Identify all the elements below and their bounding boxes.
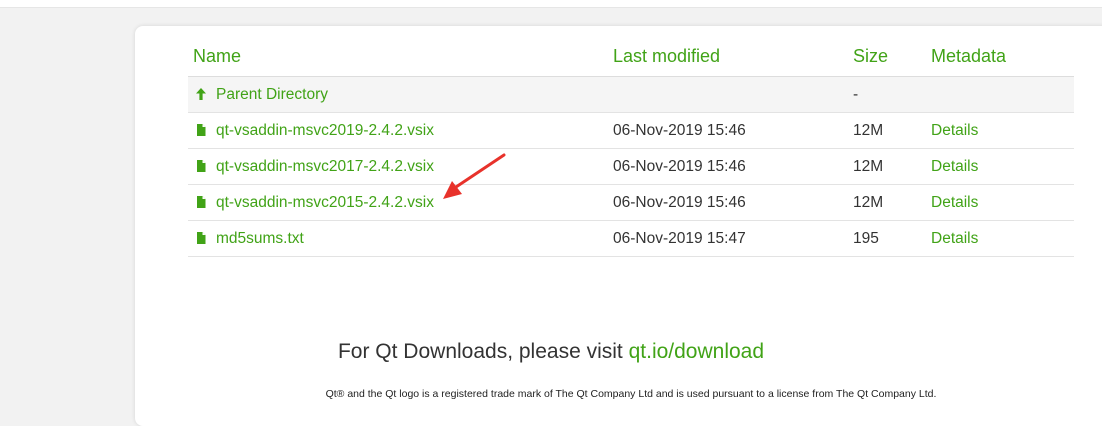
directory-panel: Name Last modified Size Metadata Parent … <box>135 26 1102 426</box>
details-link[interactable]: Details <box>931 158 978 176</box>
downloads-notice-text: For Qt Downloads, please visit <box>337 340 629 363</box>
column-header-name[interactable]: Name <box>193 46 241 67</box>
column-header-last-modified[interactable]: Last modified <box>613 46 720 67</box>
size-cell: 12M <box>853 158 884 175</box>
table-row: qt-vsaddin-msvc2017-2.4.2.vsix 06-Nov-20… <box>188 149 1074 185</box>
file-icon <box>197 160 206 172</box>
downloads-notice: For Qt Downloads, please visit qt.io/dow… <box>0 340 1102 364</box>
modified-cell: 06-Nov-2019 15:46 <box>613 194 746 211</box>
top-bar <box>0 0 1102 8</box>
details-link[interactable]: Details <box>931 230 978 248</box>
up-arrow-icon <box>196 88 206 100</box>
file-link-msvc2015[interactable]: qt-vsaddin-msvc2015-2.4.2.vsix <box>216 194 434 212</box>
table-row: qt-vsaddin-msvc2019-2.4.2.vsix 06-Nov-20… <box>188 113 1074 149</box>
table-row: md5sums.txt 06-Nov-2019 15:47 195 Detail… <box>188 221 1074 257</box>
file-icon <box>197 232 206 244</box>
table-row: qt-vsaddin-msvc2015-2.4.2.vsix 06-Nov-20… <box>188 185 1074 221</box>
table-row-parent-directory: Parent Directory - <box>188 77 1074 113</box>
details-link[interactable]: Details <box>931 122 978 140</box>
file-link-msvc2017[interactable]: qt-vsaddin-msvc2017-2.4.2.vsix <box>216 158 434 176</box>
column-header-size[interactable]: Size <box>853 46 888 67</box>
modified-cell: 06-Nov-2019 15:46 <box>613 158 746 175</box>
size-cell: - <box>853 86 859 103</box>
modified-cell: 06-Nov-2019 15:46 <box>613 122 746 139</box>
details-link[interactable]: Details <box>931 194 978 212</box>
file-link-msvc2019[interactable]: qt-vsaddin-msvc2019-2.4.2.vsix <box>216 122 434 140</box>
file-listing-table: Name Last modified Size Metadata Parent … <box>188 32 1074 257</box>
table-header: Name Last modified Size Metadata <box>188 32 1074 77</box>
parent-directory-link[interactable]: Parent Directory <box>216 86 328 104</box>
file-icon <box>197 124 206 136</box>
size-cell: 12M <box>853 194 884 211</box>
qt-download-link[interactable]: qt.io/download <box>629 340 764 363</box>
size-cell: 12M <box>853 122 884 139</box>
modified-cell: 06-Nov-2019 15:47 <box>613 230 746 247</box>
file-link-md5sums[interactable]: md5sums.txt <box>216 230 304 248</box>
column-header-metadata[interactable]: Metadata <box>931 46 1006 67</box>
file-icon <box>197 196 206 208</box>
trademark-notice: Qt® and the Qt logo is a registered trad… <box>325 388 937 400</box>
size-cell: 195 <box>853 230 879 247</box>
